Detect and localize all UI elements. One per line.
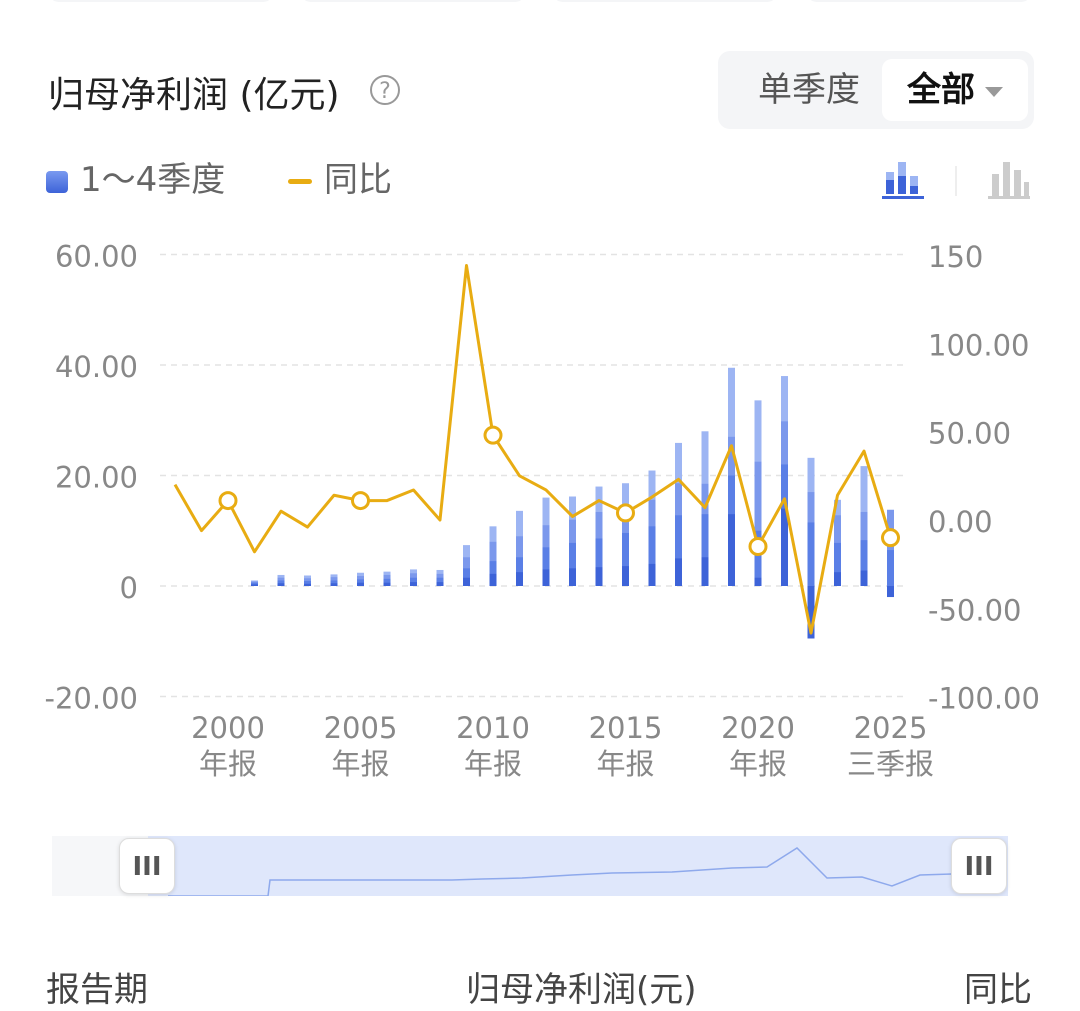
x-tick-label: 2010: [456, 711, 530, 745]
stacked-bar-icon[interactable]: [880, 160, 926, 200]
table-col-period: 报告期: [46, 970, 148, 1010]
bar-q1: [357, 582, 364, 586]
bar-q1: [436, 582, 444, 586]
bar-q1: [383, 582, 391, 586]
x-tick-label: 年报: [729, 747, 787, 781]
top-tab[interactable]: [552, 0, 778, 2]
top-tab[interactable]: [300, 0, 526, 2]
right-tick-label: 0.00: [928, 505, 993, 539]
x-tick-label: 年报: [199, 747, 257, 781]
bar-q1: [595, 567, 603, 586]
legend-line-label: 同比: [324, 160, 392, 200]
slider-handle-left[interactable]: III: [119, 838, 175, 894]
yoy-marker: [748, 537, 768, 557]
bar-q1: [622, 566, 629, 586]
x-tick-label: 2005: [324, 711, 398, 745]
x-tick-label: 三季报: [847, 747, 934, 781]
net-profit-chart: 60.00 40.00 20.00 0 -20.00 150 100.00 50.00 0.00…: [45, 240, 1040, 782]
slider-handle-right[interactable]: III: [951, 838, 1007, 894]
right-tick-label: 150: [928, 240, 983, 274]
bar-q1: [860, 570, 868, 586]
top-tab[interactable]: [48, 0, 274, 2]
x-tick-label: 年报: [331, 747, 389, 781]
bar-q1: [675, 558, 682, 586]
bar-q1: [569, 568, 576, 586]
top-tab[interactable]: [806, 0, 1032, 2]
x-tick-label: 2020: [721, 711, 795, 745]
bar-q1: [887, 586, 894, 598]
x-tick-label: 年报: [596, 747, 654, 781]
bar-q2: [887, 550, 894, 586]
caret-down-icon: [985, 86, 1003, 97]
bar-q1: [251, 584, 258, 586]
x-tick-label: 2015: [589, 711, 663, 745]
bar-q1: [277, 583, 285, 586]
x-tick-label: 年报: [464, 747, 522, 781]
divider: [955, 166, 957, 196]
range-slider[interactable]: III III: [52, 836, 1008, 896]
left-tick-label: 0: [120, 571, 138, 605]
yoy-marker: [351, 491, 370, 511]
left-tick-label: 60.00: [55, 240, 138, 274]
legend-bar-swatch: [46, 170, 68, 193]
chart-title: 归母净利润 (亿元): [48, 75, 340, 116]
yoy-marker: [218, 491, 238, 511]
legend-line-swatch: [288, 179, 312, 184]
legend-bars[interactable]: 1～4季度: [46, 158, 225, 202]
bar-q1: [410, 582, 417, 586]
bar-q1: [781, 508, 788, 586]
question-circle-icon[interactable]: ?: [370, 75, 400, 105]
bar-q2: [807, 522, 815, 586]
bar-q1: [304, 583, 311, 586]
right-tick-label: 100.00: [928, 328, 1029, 362]
bar-q1: [463, 577, 470, 586]
table-col-profit: 归母净利润(元): [466, 970, 697, 1010]
x-tick-label: 2025: [854, 711, 928, 745]
single-quarter-option[interactable]: 单季度: [734, 59, 884, 121]
bar-q1: [754, 577, 762, 586]
all-option-label: 全部: [907, 70, 975, 110]
legend-bars-label: 1～4季度: [80, 160, 226, 200]
bar-q1: [728, 514, 735, 586]
left-tick-label: 20.00: [55, 461, 138, 495]
bar-icon[interactable]: [986, 160, 1032, 200]
legend-line[interactable]: 同比: [288, 158, 392, 202]
table-col-yoy: 同比: [964, 970, 1032, 1010]
bar-q1: [489, 573, 497, 586]
period-toggle: 单季度 全部: [718, 51, 1034, 129]
yoy-marker: [616, 503, 635, 523]
bar-q1: [516, 572, 523, 586]
left-tick-label: 40.00: [55, 350, 138, 384]
yoy-marker: [881, 528, 900, 548]
yoy-marker: [483, 425, 503, 445]
all-option[interactable]: 全部: [882, 59, 1028, 121]
bar-q1: [542, 569, 550, 586]
bar-q1: [834, 572, 841, 586]
right-tick-label: -100.00: [928, 682, 1040, 716]
left-tick-label: -20.00: [45, 682, 139, 716]
right-tick-label: -50.00: [928, 593, 1022, 627]
top-tab-strip: [0, 0, 1080, 4]
bar-q1: [330, 583, 338, 586]
right-tick-label: 50.00: [928, 417, 1011, 451]
bar-q1: [701, 557, 709, 586]
bar-q1: [648, 563, 656, 586]
x-tick-label: 2000: [191, 711, 265, 745]
slider-mini-line: [168, 847, 953, 896]
